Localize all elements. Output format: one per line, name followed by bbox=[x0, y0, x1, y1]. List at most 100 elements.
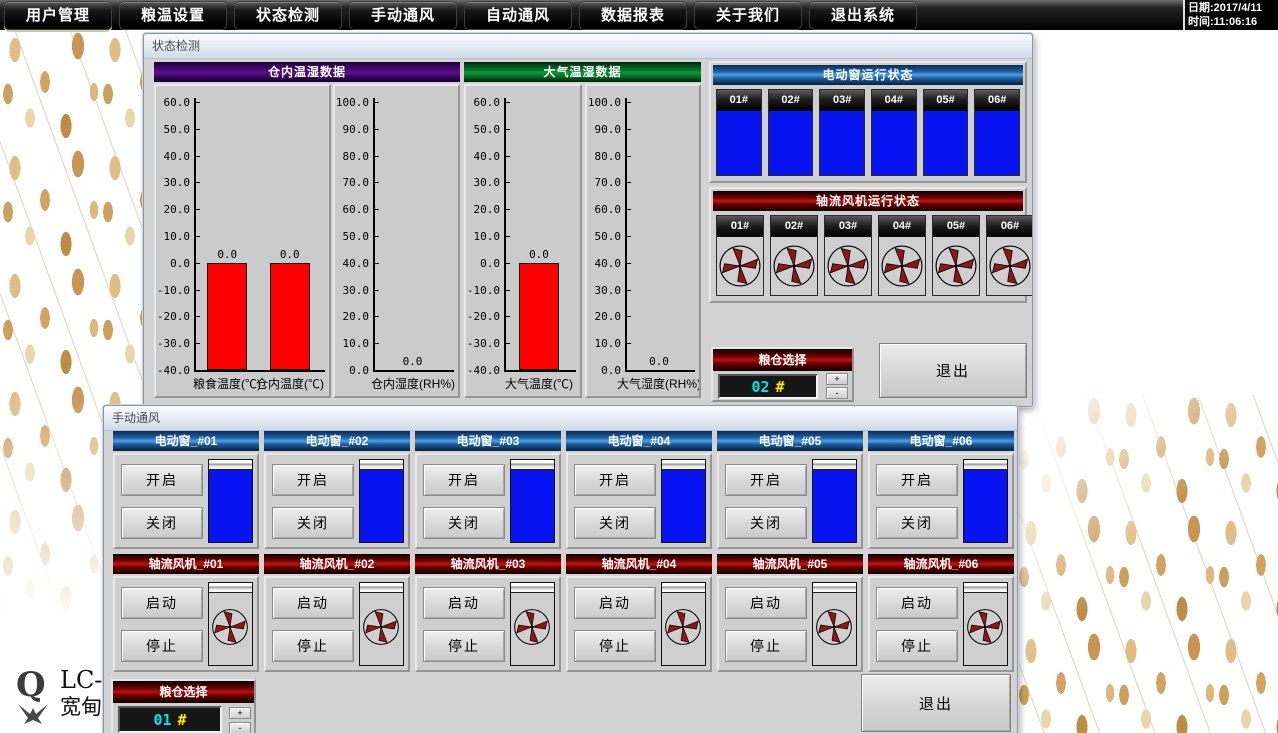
start-button[interactable]: 启动 bbox=[121, 587, 203, 619]
stop-button[interactable]: 停止 bbox=[876, 630, 958, 662]
bin-decrement-button[interactable]: - bbox=[826, 387, 848, 399]
menu-button-3[interactable]: 状态检测 bbox=[234, 1, 342, 30]
open-button[interactable]: 开启 bbox=[121, 464, 203, 496]
y-tick-label: 50.0 bbox=[466, 123, 500, 136]
status-window-titlebar[interactable]: 状态检测 bbox=[144, 34, 1032, 59]
open-button[interactable]: 开启 bbox=[876, 464, 958, 496]
fan-icon bbox=[825, 243, 871, 289]
menu-button-4[interactable]: 手动通风 bbox=[349, 1, 457, 30]
menu-button-7[interactable]: 关于我们 bbox=[694, 1, 802, 30]
fan-icon bbox=[771, 243, 817, 289]
menu-button-5[interactable]: 自动通风 bbox=[464, 1, 572, 30]
bin-number-display: 01 # bbox=[118, 706, 222, 733]
y-tick-mark bbox=[375, 370, 379, 371]
y-tick-label: 30.0 bbox=[587, 284, 621, 297]
exit-button-status[interactable]: 退出 bbox=[879, 343, 1027, 398]
close-button[interactable]: 关闭 bbox=[876, 507, 958, 539]
fan-indicator bbox=[812, 582, 857, 666]
fan-status-header: 轴流风机运行状态 bbox=[713, 191, 1023, 211]
fan-control-cell: 轴流风机_#05启动停止 bbox=[717, 554, 863, 672]
y-tick-mark bbox=[196, 290, 200, 291]
fan-cell-body: 启动停止 bbox=[717, 576, 863, 672]
close-button[interactable]: 关闭 bbox=[574, 507, 656, 539]
fan-icon bbox=[717, 243, 763, 289]
stop-button[interactable]: 停止 bbox=[121, 630, 203, 662]
window-cell-title: 电动窗_#02 bbox=[264, 431, 410, 451]
y-tick-label: 50.0 bbox=[587, 230, 621, 243]
bin-increment-button[interactable]: + bbox=[826, 373, 848, 385]
y-tick-label: 30.0 bbox=[335, 284, 369, 297]
start-button[interactable]: 启动 bbox=[876, 587, 958, 619]
open-button[interactable]: 开启 bbox=[423, 464, 505, 496]
window-control-cell: 电动窗_#02 开启关闭 bbox=[264, 431, 410, 549]
y-tick-mark bbox=[627, 129, 631, 130]
y-tick-label: 10.0 bbox=[587, 337, 621, 350]
y-tick-label: 50.0 bbox=[335, 230, 369, 243]
fan-unit-column: 03# bbox=[824, 215, 872, 296]
menu-button-1[interactable]: 用户管理 bbox=[4, 1, 112, 30]
y-tick-mark bbox=[627, 236, 631, 237]
bin-select-panel-manual: 粮仓选择 01 # + - bbox=[111, 679, 256, 733]
close-button[interactable]: 关闭 bbox=[121, 507, 203, 539]
y-tick-mark bbox=[196, 129, 200, 130]
stop-button[interactable]: 停止 bbox=[272, 630, 354, 662]
window-open-indicator bbox=[769, 111, 813, 175]
y-tick-mark bbox=[627, 263, 631, 264]
y-tick-mark bbox=[627, 209, 631, 210]
y-tick-mark bbox=[506, 263, 510, 264]
y-tick-mark bbox=[627, 102, 631, 103]
atmos-temp-chart-panel: 60.050.040.030.020.010.00.0-10.0-20.0-30… bbox=[464, 84, 582, 398]
menu-button-6[interactable]: 数据报表 bbox=[579, 1, 687, 30]
bin-decrement-button[interactable]: - bbox=[229, 722, 251, 733]
x-axis-label: 仓内温度(℃) bbox=[256, 375, 324, 392]
bin-number-value: 02 bbox=[751, 378, 769, 396]
y-tick-mark bbox=[375, 129, 379, 130]
start-button[interactable]: 启动 bbox=[272, 587, 354, 619]
fan-unit-column: 06# bbox=[986, 215, 1033, 296]
y-tick-mark bbox=[627, 343, 631, 344]
bin-increment-button[interactable]: + bbox=[229, 707, 251, 719]
close-button[interactable]: 关闭 bbox=[423, 507, 505, 539]
stop-button[interactable]: 停止 bbox=[574, 630, 656, 662]
window-open-indicator bbox=[975, 111, 1019, 175]
y-tick-mark bbox=[196, 102, 200, 103]
open-button[interactable]: 开启 bbox=[272, 464, 354, 496]
open-button[interactable]: 开启 bbox=[574, 464, 656, 496]
y-tick-label: 40.0 bbox=[466, 150, 500, 163]
y-tick-mark bbox=[196, 236, 200, 237]
window-cell-title: 电动窗_#04 bbox=[566, 431, 712, 451]
open-button[interactable]: 开启 bbox=[725, 464, 807, 496]
fan-indicator bbox=[661, 582, 706, 666]
window-cell-title: 电动窗_#05 bbox=[717, 431, 863, 451]
window-cell-body: 开启关闭 bbox=[415, 453, 561, 549]
close-button[interactable]: 关闭 bbox=[725, 507, 807, 539]
fan-indicator bbox=[963, 582, 1008, 666]
menu-button-8[interactable]: 退出系统 bbox=[809, 1, 917, 30]
y-tick-mark bbox=[375, 316, 379, 317]
stop-button[interactable]: 停止 bbox=[725, 630, 807, 662]
start-button[interactable]: 启动 bbox=[423, 587, 505, 619]
menu-button-2[interactable]: 粮温设置 bbox=[119, 1, 227, 30]
start-button[interactable]: 启动 bbox=[725, 587, 807, 619]
window-status-panel: 电动窗运行状态 01#02#03#04#05#06# bbox=[709, 61, 1027, 183]
indoor-data-header: 仓内温湿数据 bbox=[154, 62, 460, 82]
fan-icon bbox=[933, 243, 979, 289]
window-unit-column: 03# bbox=[819, 89, 865, 176]
chart-bar bbox=[519, 263, 559, 370]
start-button[interactable]: 启动 bbox=[574, 587, 656, 619]
y-tick-label: 50.0 bbox=[156, 123, 190, 136]
window-position-indicator bbox=[510, 459, 555, 543]
window-cell-title: 电动窗_#03 bbox=[415, 431, 561, 451]
y-tick-mark bbox=[506, 129, 510, 130]
fan-control-cell: 轴流风机_#06启动停止 bbox=[868, 554, 1014, 672]
close-button[interactable]: 关闭 bbox=[272, 507, 354, 539]
y-tick-mark bbox=[196, 370, 200, 371]
y-tick-mark bbox=[196, 182, 200, 183]
unit-number-label: 06# bbox=[987, 216, 1033, 237]
bar-value-label: 0.0 bbox=[276, 248, 304, 261]
stop-button[interactable]: 停止 bbox=[423, 630, 505, 662]
exit-button-manual[interactable]: 退出 bbox=[861, 674, 1011, 732]
manual-window-titlebar[interactable]: 手动通风 bbox=[104, 406, 1017, 431]
y-tick-mark bbox=[627, 316, 631, 317]
fan-icon bbox=[512, 596, 552, 658]
